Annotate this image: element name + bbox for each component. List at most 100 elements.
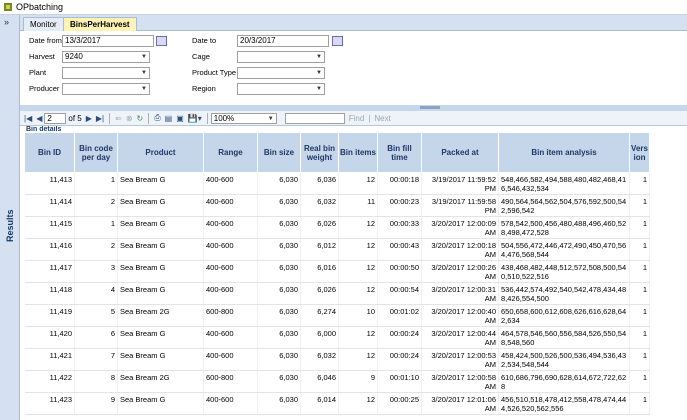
- table-cell-product: Sea Bream G: [117, 282, 204, 305]
- find-separator: |: [368, 113, 371, 123]
- page-setup-icon[interactable]: ▣: [176, 114, 184, 123]
- table-cell-analysis: 610,686,796,690,628,614,672,722,628: [498, 370, 630, 393]
- column-header[interactable]: Bin fill time: [377, 132, 422, 173]
- table-cell-size: 6,030: [257, 370, 301, 393]
- table-cell-size: 6,030: [257, 304, 301, 327]
- report-viewer[interactable]: Bin details Bin ID Bin code per day Prod…: [20, 126, 687, 420]
- column-header[interactable]: Range: [203, 132, 258, 173]
- table-cell-code: 1: [74, 216, 118, 239]
- producer-label: Producer: [29, 84, 60, 93]
- table-cell-items: 12: [338, 282, 378, 305]
- table-cell-bin-id: 11,417: [24, 260, 75, 283]
- column-header[interactable]: Bin size: [257, 132, 301, 173]
- table-cell-packed: 3/20/2017 12:00:31 AM: [421, 282, 499, 305]
- table-cell-version: 1: [629, 172, 650, 195]
- export-icon[interactable]: 💾▾: [188, 114, 202, 123]
- table-cell-size: 6,030: [257, 216, 301, 239]
- print-icon[interactable]: ⎙: [154, 113, 160, 123]
- region-label: Region: [192, 84, 216, 93]
- table-row: 11,414 2 Sea Bream G 400-600 6,030 6,032 11 00:…: [24, 194, 650, 217]
- table-cell-version: 1: [629, 282, 650, 305]
- plant-label: Plant: [29, 68, 47, 77]
- chevron-down-icon: ▼: [316, 86, 322, 92]
- table-cell-bin-id: 11,419: [24, 304, 75, 327]
- table-cell-code: 8: [74, 370, 118, 393]
- print-layout-icon[interactable]: ▤: [165, 114, 173, 123]
- table-cell-packed: 3/20/2017 12:00:58 AM: [421, 370, 499, 393]
- app-icon: [4, 3, 12, 11]
- table-cell-size: 6,030: [257, 348, 301, 371]
- date-from-field[interactable]: 13/3/2017: [62, 35, 154, 47]
- tab-monitor[interactable]: Monitor: [23, 17, 64, 31]
- back-icon[interactable]: ⇐: [115, 114, 122, 123]
- page-number-input[interactable]: 2: [44, 112, 67, 124]
- chevron-down-icon: ▼: [316, 54, 322, 60]
- table-cell-items: 10: [338, 304, 378, 327]
- table-cell-analysis: 456,510,518,478,412,558,478,474,444,526,…: [498, 392, 630, 415]
- column-header[interactable]: Real bin weight: [300, 132, 339, 173]
- table-cell-range: 600-800: [203, 304, 258, 327]
- table-row: 11,418 4 Sea Bream G 400-600 6,030 6,026 12 00:…: [24, 282, 650, 305]
- table-cell-code: 6: [74, 326, 118, 349]
- column-header[interactable]: Product: [117, 132, 204, 173]
- table-cell-version: 1: [629, 260, 650, 283]
- expand-icon[interactable]: »: [4, 17, 9, 27]
- column-header[interactable]: Bin items: [338, 132, 378, 173]
- column-header[interactable]: Bin code per day: [74, 132, 118, 173]
- filter-panel: Date from 13/3/2017 Date to 20/3/2017 Ha…: [20, 31, 687, 105]
- zoom-select[interactable]: 100% ▼: [210, 112, 277, 124]
- date-from-label: Date from: [29, 36, 62, 45]
- table-cell-fill: 00:00:43: [377, 238, 422, 261]
- calendar-icon[interactable]: [156, 36, 167, 46]
- calendar-icon[interactable]: [332, 36, 343, 46]
- table-cell-weight: 6,026: [300, 282, 339, 305]
- table-cell-fill: 00:00:33: [377, 216, 422, 239]
- column-header[interactable]: Bin item analysis: [498, 132, 630, 173]
- first-page-icon[interactable]: |◀: [24, 114, 32, 123]
- next-link[interactable]: Next: [374, 114, 390, 123]
- column-header[interactable]: Bin ID: [24, 132, 75, 173]
- stop-icon[interactable]: ⊗: [126, 114, 133, 123]
- table-cell-items: 12: [338, 260, 378, 283]
- table-cell-version: 1: [629, 238, 650, 261]
- table-row: 11,417 3 Sea Bream G 400-600 6,030 6,016 12 00:…: [24, 260, 650, 283]
- table-cell-fill: 00:00:54: [377, 282, 422, 305]
- refresh-icon[interactable]: ↻: [137, 114, 144, 123]
- table-cell-range: 600-800: [203, 370, 258, 393]
- table-cell-product: Sea Bream G: [117, 392, 204, 415]
- table-cell-fill: 00:01:02: [377, 304, 422, 327]
- find-link[interactable]: Find: [349, 114, 365, 123]
- table-cell-packed: 3/20/2017 12:00:26 AM: [421, 260, 499, 283]
- harvest-select[interactable]: 9240 ▼: [62, 51, 150, 63]
- producer-select[interactable]: ▼: [62, 83, 150, 95]
- table-cell-bin-id: 11,418: [24, 282, 75, 305]
- table-cell-size: 6,030: [257, 326, 301, 349]
- next-page-icon[interactable]: ▶: [86, 114, 92, 123]
- cage-select[interactable]: ▼: [237, 51, 325, 63]
- table-cell-analysis: 536,442,574,492,540,542,478,434,488,426,…: [498, 282, 630, 305]
- table-cell-code: 4: [74, 282, 118, 305]
- table-cell-product: Sea Bream G: [117, 260, 204, 283]
- table-cell-packed: 3/20/2017 12:00:09 AM: [421, 216, 499, 239]
- tab-bins-per-harvest[interactable]: BinsPerHarvest: [63, 17, 137, 31]
- table-cell-size: 6,030: [257, 194, 301, 217]
- table-cell-range: 400-600: [203, 238, 258, 261]
- table-cell-analysis: 438,468,482,448,512,572,508,500,540,510,…: [498, 260, 630, 283]
- find-input[interactable]: [284, 112, 345, 124]
- product-type-select[interactable]: ▼: [237, 67, 325, 79]
- chevron-down-icon: ▼: [316, 70, 322, 76]
- splitter-grip[interactable]: [420, 106, 440, 109]
- table-cell-size: 6,030: [257, 260, 301, 283]
- table-cell-fill: 00:00:24: [377, 348, 422, 371]
- column-header[interactable]: Packed at: [421, 132, 499, 173]
- previous-page-icon[interactable]: ◀: [36, 114, 42, 123]
- column-header[interactable]: Version: [629, 132, 650, 173]
- results-sidebar[interactable]: » Results: [0, 15, 20, 420]
- table-cell-fill: 00:00:25: [377, 392, 422, 415]
- table-cell-weight: 6,274: [300, 304, 339, 327]
- plant-select[interactable]: ▼: [62, 67, 150, 79]
- region-select[interactable]: ▼: [237, 83, 325, 95]
- date-to-field[interactable]: 20/3/2017: [237, 35, 329, 47]
- table-cell-bin-id: 11,420: [24, 326, 75, 349]
- last-page-icon[interactable]: ▶|: [96, 114, 104, 123]
